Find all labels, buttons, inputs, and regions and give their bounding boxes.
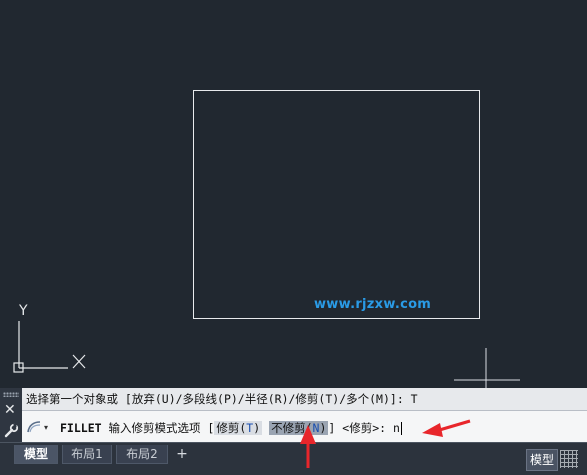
option-notrim-key: N <box>312 421 320 435</box>
grip-dots-icon[interactable] <box>3 392 19 397</box>
prompt-text: 输入修剪模式选项 <box>108 421 201 435</box>
command-prompt-icon[interactable] <box>26 420 42 434</box>
default-value: <修剪>: <box>342 421 387 435</box>
wrench-icon[interactable] <box>3 423 19 439</box>
command-history-line: 选择第一个对象或 [放弃(U)/多段线(P)/半径(R)/修剪(T)/多个(M)… <box>22 388 587 410</box>
tab-model[interactable]: 模型 <box>14 445 58 464</box>
option-notrim[interactable]: 不修剪(N) <box>269 421 329 435</box>
option-trim-label: 修剪 <box>216 421 240 435</box>
layout-tab-bar: 模型 布局1 布局2 + 模型 <box>0 442 587 475</box>
watermark-text: www.rjzxw.com <box>314 297 432 312</box>
option-trim[interactable]: 修剪(T) <box>214 421 263 435</box>
bracket-close: ] <box>328 421 336 435</box>
tab-layout1[interactable]: 布局1 <box>62 445 112 464</box>
close-icon[interactable]: ✕ <box>4 403 16 417</box>
ucs-y-label: Y <box>18 303 28 319</box>
status-model-button[interactable]: 模型 <box>526 449 558 471</box>
add-layout-button[interactable]: + <box>172 445 192 463</box>
text-caret <box>400 422 402 435</box>
tab-layout2[interactable]: 布局2 <box>116 445 168 464</box>
command-line-panel: ✕ 选择第一个对象或 [放弃(U)/多段线(P)/半径(R)/修剪(T)/多个(… <box>0 388 587 443</box>
typed-input[interactable]: n <box>393 421 400 435</box>
option-notrim-label: 不修剪 <box>271 421 306 435</box>
crosshair-cursor <box>454 348 520 388</box>
chevron-down-icon[interactable]: ▾ <box>44 423 48 432</box>
command-prompt-text[interactable]: FILLET 输入修剪模式选项 [修剪(T) 不修剪(N)] <修剪>: n <box>60 420 402 436</box>
command-input-row[interactable]: ▾ FILLET 输入修剪模式选项 [修剪(T) 不修剪(N)] <修剪>: n <box>22 410 587 443</box>
drawn-rectangle[interactable] <box>193 90 480 319</box>
option-trim-key: T <box>246 421 254 435</box>
drawing-canvas[interactable]: www.rjzxw.com Y <box>0 0 587 388</box>
command-line-grip[interactable]: ✕ <box>0 388 23 442</box>
grid-icon[interactable] <box>560 450 578 468</box>
prompt-command: FILLET <box>60 421 102 435</box>
ucs-icon: Y <box>13 303 86 373</box>
